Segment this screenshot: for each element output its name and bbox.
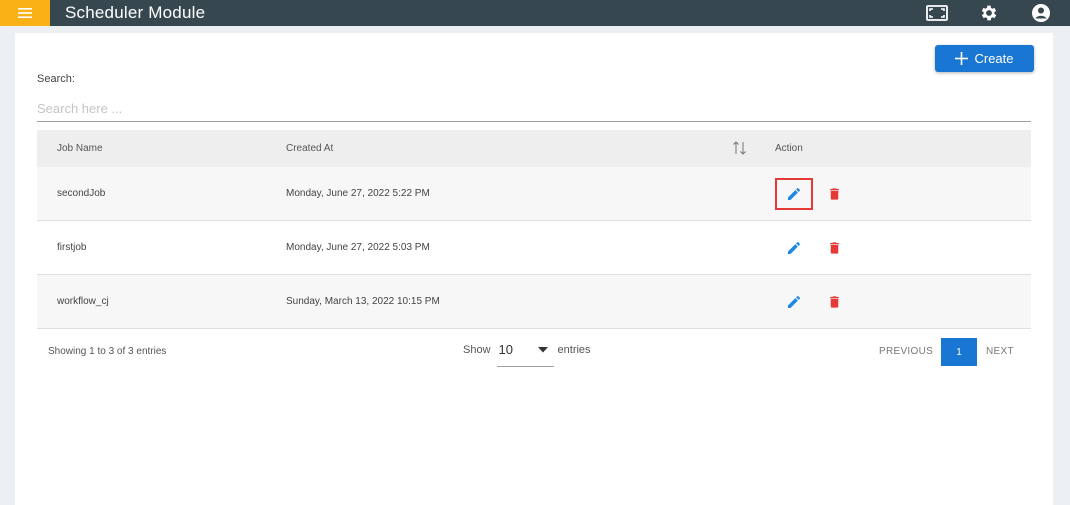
edit-button[interactable] (775, 286, 813, 318)
pencil-icon (788, 241, 801, 254)
edit-button[interactable] (775, 177, 813, 210)
entries-info: Showing 1 to 3 of 3 entries (48, 346, 167, 357)
caret-down-icon (537, 347, 548, 353)
search-label: Search: (37, 73, 75, 85)
row-actions (775, 275, 853, 328)
page-size-control: Show 10 entries (463, 341, 591, 367)
delete-button[interactable] (815, 286, 853, 318)
job-name-cell: workflow_cj (57, 296, 109, 307)
previous-page-button[interactable]: PREVIOUS (879, 346, 933, 357)
job-name-cell: firstjob (57, 242, 87, 253)
account-icon (1032, 4, 1050, 22)
row-actions (775, 221, 853, 274)
top-actions (924, 0, 1070, 26)
entries-label: entries (557, 344, 591, 356)
trash-icon (829, 187, 839, 200)
menu-button[interactable] (0, 0, 50, 26)
created-at-cell: Sunday, March 13, 2022 10:15 PM (286, 296, 440, 307)
app-title: Scheduler Module (65, 3, 206, 22)
top-bar: Scheduler Module (0, 0, 1070, 26)
search-input[interactable] (37, 95, 1031, 122)
next-page-button[interactable]: NEXT (986, 346, 1014, 357)
plus-icon (955, 52, 969, 65)
sort-icon[interactable] (732, 141, 748, 158)
gear-icon (981, 5, 997, 21)
hamburger-icon (18, 8, 32, 18)
column-header-action: Action (775, 143, 803, 154)
trash-icon (829, 295, 839, 308)
created-at-cell: Monday, June 27, 2022 5:22 PM (286, 188, 430, 199)
table-header: Job Name Created At Action (37, 130, 1031, 167)
create-button-label: Create (974, 51, 1014, 66)
create-button[interactable]: Create (935, 45, 1034, 72)
page-number: 1 (956, 346, 962, 358)
page-size-select[interactable]: 10 (496, 341, 554, 367)
table-row: secondJob Monday, June 27, 2022 5:22 PM (37, 167, 1031, 221)
delete-button[interactable] (815, 178, 853, 210)
fullscreen-icon (926, 5, 948, 21)
show-label: Show (463, 344, 491, 356)
content-card: Create Search: Job Name Created At Actio… (15, 33, 1053, 505)
column-header-job-name: Job Name (57, 143, 103, 154)
account-button[interactable] (1028, 0, 1054, 26)
row-actions (775, 167, 853, 220)
column-header-created-at: Created At (286, 143, 334, 154)
job-name-cell: secondJob (57, 188, 106, 199)
page-1-button[interactable]: 1 (941, 338, 977, 366)
fullscreen-button[interactable] (924, 0, 950, 26)
page-size-value: 10 (498, 342, 513, 357)
edit-button[interactable] (775, 232, 813, 264)
jobs-table: Job Name Created At Action secondJob Mon… (37, 130, 1031, 329)
pencil-icon (788, 295, 801, 308)
pencil-icon (788, 187, 801, 200)
created-at-cell: Monday, June 27, 2022 5:03 PM (286, 242, 430, 253)
table-row: firstjob Monday, June 27, 2022 5:03 PM (37, 221, 1031, 275)
settings-button[interactable] (976, 0, 1002, 26)
trash-icon (829, 241, 839, 254)
table-row: workflow_cj Sunday, March 13, 2022 10:15… (37, 275, 1031, 329)
delete-button[interactable] (815, 232, 853, 264)
